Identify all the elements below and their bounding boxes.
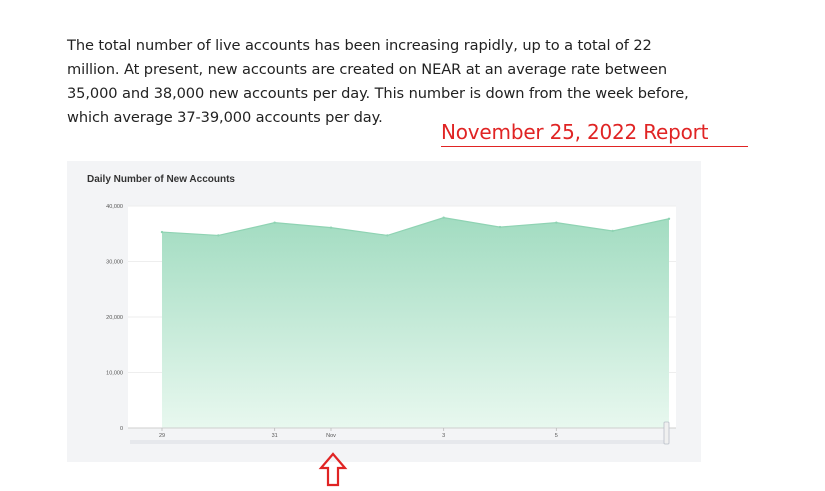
x-tick-label: 5 — [555, 433, 558, 439]
navigator-track — [130, 440, 669, 444]
data-point — [329, 226, 333, 229]
y-tick-label: 20,000 — [106, 315, 123, 321]
navigator-handle — [663, 421, 670, 445]
data-point — [217, 234, 220, 237]
article-paragraph: The total number of live accounts has be… — [67, 37, 689, 126]
new-accounts-area-chart: 0 10,000 20,000 30,000 40,000 29 31 Nov 3 5 — [106, 204, 676, 445]
report-date-label: November 25, 2022 Report — [441, 120, 709, 144]
data-point — [386, 234, 389, 237]
y-tick-label: 30,000 — [106, 260, 123, 266]
x-tick-label: 3 — [442, 433, 445, 439]
x-tick-label: 29 — [159, 433, 165, 439]
data-point — [667, 217, 671, 220]
x-tick-label: 31 — [272, 433, 278, 439]
area-fill — [162, 217, 669, 428]
data-point — [160, 230, 164, 234]
y-tick-label: 0 — [120, 426, 123, 432]
data-point — [555, 221, 558, 224]
data-point — [273, 221, 276, 224]
report-label-underline — [441, 146, 748, 147]
data-point — [611, 229, 614, 233]
x-tick-label: Nov — [326, 433, 336, 439]
data-point — [442, 216, 445, 219]
data-point — [498, 225, 502, 229]
y-tick-label: 40,000 — [106, 204, 123, 210]
up-arrow-icon — [318, 452, 348, 487]
y-tick-label: 10,000 — [106, 371, 123, 377]
